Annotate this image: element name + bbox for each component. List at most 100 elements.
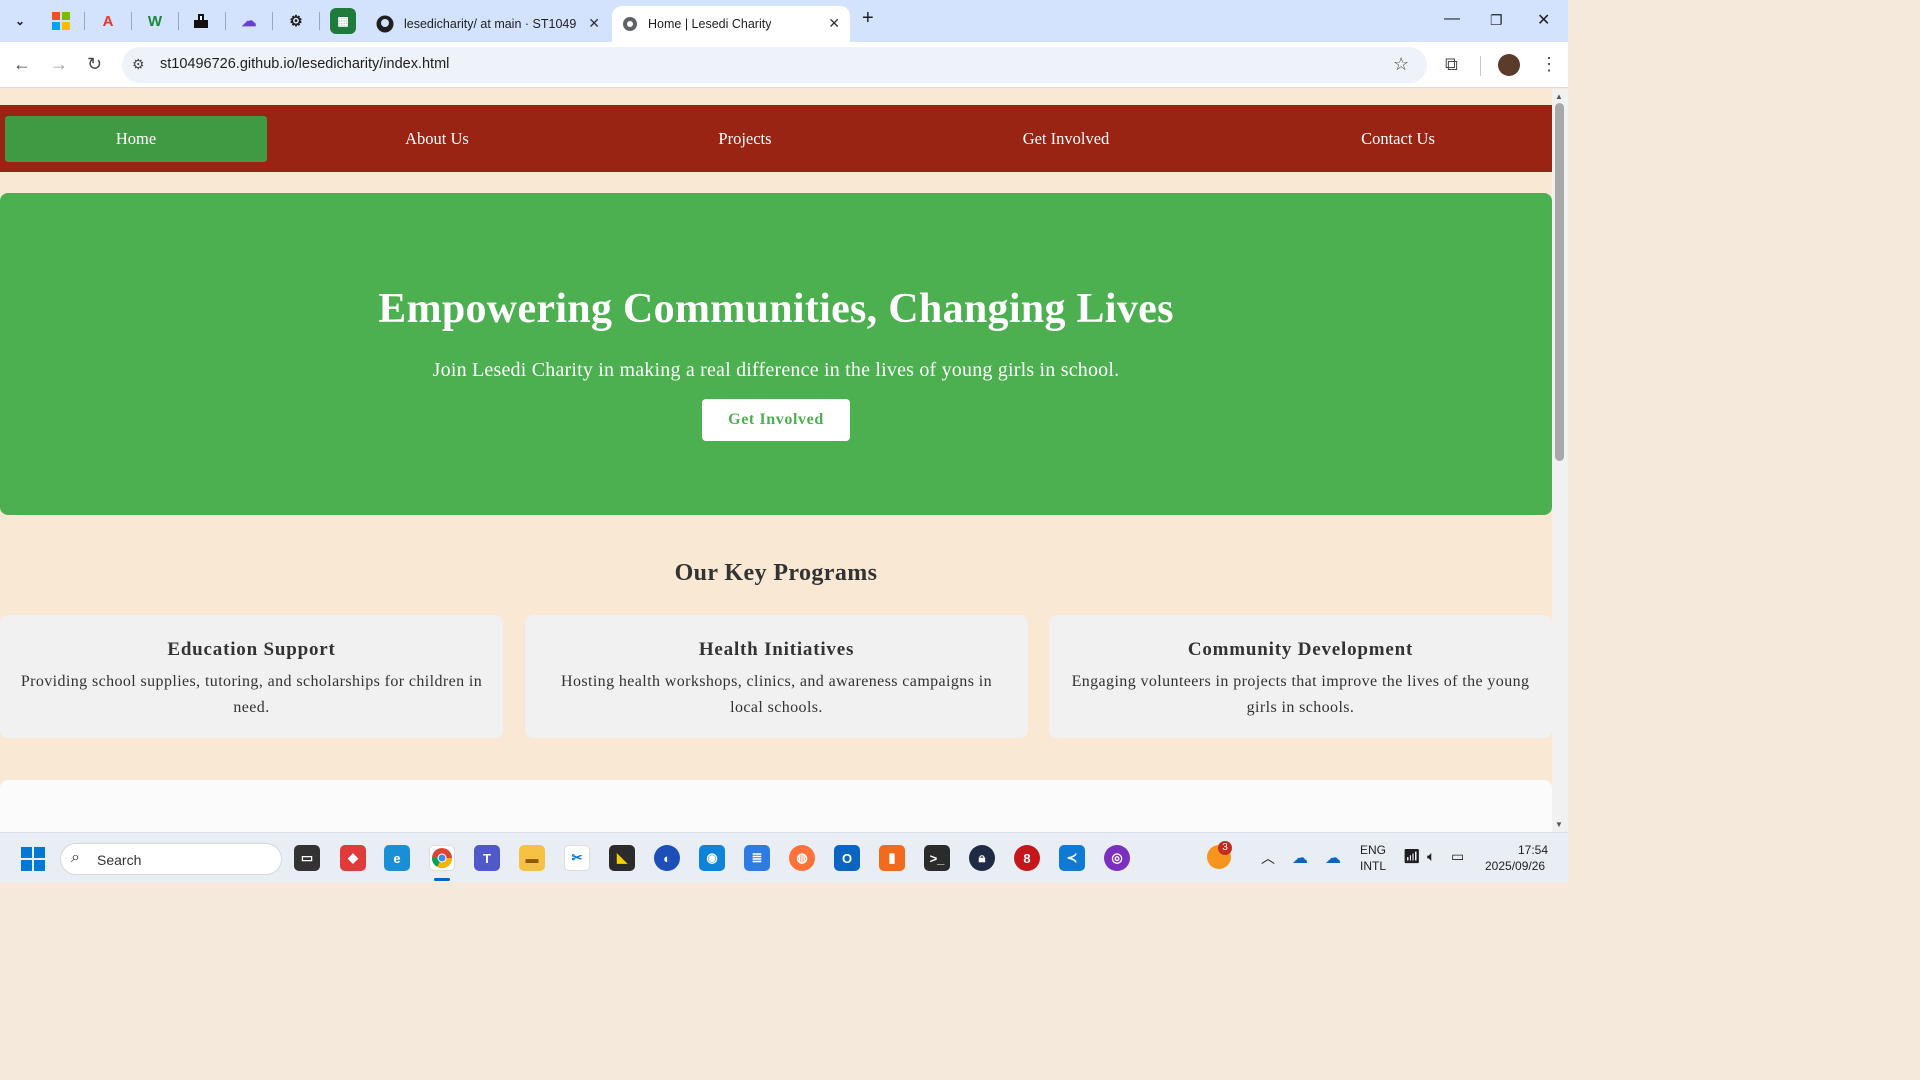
site-info-icon[interactable]: ⚙ xyxy=(132,56,145,73)
tab-title: lesedicharity/ at main · ST10496726 xyxy=(404,17,576,31)
card-title: Community Development xyxy=(1187,639,1414,660)
vscode-icon[interactable]: ≺ xyxy=(1059,845,1085,871)
get-involved-button[interactable]: Get Involved xyxy=(702,399,850,441)
github-desktop-icon[interactable]: ◎ xyxy=(1104,845,1130,871)
onedrive-business-icon[interactable]: ☁ xyxy=(1325,848,1341,868)
clock-time[interactable]: 17:54 xyxy=(1518,843,1548,857)
language-indicator[interactable]: ENG xyxy=(1360,843,1386,857)
tab-separator xyxy=(272,12,273,30)
card-text: Engaging volunteers in projects that imp… xyxy=(1071,673,1530,716)
url-text[interactable]: st10496726.github.io/lesedicharity/index… xyxy=(160,56,449,72)
battery-icon[interactable]: ▭ xyxy=(1451,848,1464,865)
wifi-icon[interactable]: 📶︎ xyxy=(1403,848,1421,865)
terminal-icon[interactable]: >_ xyxy=(924,845,950,871)
chatgpt-icon[interactable]: ⚙ xyxy=(283,8,309,34)
active-app-indicator xyxy=(434,878,450,881)
notification-badge: 3 xyxy=(1218,841,1232,855)
minimize-button[interactable]: — xyxy=(1444,10,1460,28)
close-tab-icon[interactable]: ✕ xyxy=(588,15,600,32)
hero-banner: Empowering Communities, Changing Lives J… xyxy=(0,193,1552,515)
scrollbar-thumb[interactable] xyxy=(1555,103,1564,461)
task-view-icon[interactable]: ▭ xyxy=(294,845,320,871)
restore-button[interactable]: ❐ xyxy=(1490,12,1503,29)
toolbar-divider xyxy=(1480,56,1481,76)
card-title: Education Support xyxy=(167,639,336,660)
word-counter-icon[interactable]: W xyxy=(142,8,168,34)
tab-separator xyxy=(84,12,85,30)
tab-separator xyxy=(131,12,132,30)
onedrive-icon[interactable]: ☁ xyxy=(1292,848,1308,868)
notepad-icon[interactable]: ≣ xyxy=(744,845,770,871)
edge-icon[interactable]: e xyxy=(384,845,410,871)
tab-separator xyxy=(178,12,179,30)
hero-subtitle: Join Lesedi Charity in making a real dif… xyxy=(432,359,1120,381)
extensions-icon[interactable]: ⧉ xyxy=(1445,54,1458,75)
volume-icon[interactable]: 🔈︎ xyxy=(1427,848,1435,865)
teams-icon[interactable]: T xyxy=(474,845,500,871)
tab-github[interactable]: lesedicharity/ at main · ST10496726 ✕ xyxy=(366,6,610,42)
firefox-icon[interactable]: ◍ xyxy=(789,845,815,871)
forward-arrow-icon[interactable]: → xyxy=(50,54,68,75)
search-icon: ⌕ xyxy=(71,849,80,866)
web-page: Home About Us Projects Get Involved Cont… xyxy=(0,89,1552,832)
tab-separator xyxy=(319,12,320,30)
tab-lesedi-home[interactable]: Home | Lesedi Charity ✕ xyxy=(612,6,850,42)
card-text: Providing school supplies, tutoring, and… xyxy=(20,673,483,716)
github-icon xyxy=(376,15,394,33)
browser-tab-strip: ⌄ A W ☁ ⚙ ▦ lesedicharity/ at main · ST1… xyxy=(0,0,1568,42)
nav-contact-us[interactable]: Contact Us xyxy=(1298,116,1498,162)
vpn-lock-icon[interactable]: 🔒︎ xyxy=(969,845,995,871)
taskbar: ⌕ Search ▭ ◆ e T ▬ ✂ ◣ ◐ ◉ ≣ ◍ O ▮ >_ 🔒︎… xyxy=(0,832,1568,882)
nav-projects[interactable]: Projects xyxy=(645,116,845,162)
app-red-icon[interactable]: 8 xyxy=(1014,845,1040,871)
anydesk-icon[interactable]: ◆ xyxy=(340,845,366,871)
camera-icon[interactable]: ◉ xyxy=(699,845,725,871)
snipping-tool-icon[interactable]: ✂ xyxy=(564,845,590,871)
scroll-down-icon[interactable]: ▼ xyxy=(1555,820,1563,829)
bookmark-star-icon[interactable]: ☆ xyxy=(1393,54,1409,75)
avatar[interactable] xyxy=(1498,54,1520,76)
back-arrow-icon[interactable]: ← xyxy=(13,54,31,75)
cloud-app-icon[interactable]: ☁ xyxy=(236,8,262,34)
hero-title: Empowering Communities, Changing Lives xyxy=(378,286,1174,332)
app-orange-icon[interactable]: ▮ xyxy=(879,845,905,871)
scroll-up-icon[interactable]: ▲ xyxy=(1555,92,1563,101)
windows-start-icon[interactable] xyxy=(21,847,45,876)
taskbar-search[interactable]: ⌕ Search xyxy=(60,843,282,875)
pdf-reader-icon[interactable]: A xyxy=(95,8,121,34)
next-section xyxy=(0,780,1552,832)
tab-separator xyxy=(225,12,226,30)
nav-home[interactable]: Home xyxy=(5,116,267,162)
tab-search-button[interactable]: ⌄ xyxy=(8,8,32,34)
file-explorer-icon[interactable]: ▬ xyxy=(519,845,545,871)
browser-app-icon[interactable]: ◐ xyxy=(654,845,680,871)
outlook-icon[interactable]: O xyxy=(834,845,860,871)
nav-about-us[interactable]: About Us xyxy=(337,116,537,162)
search-placeholder: Search xyxy=(97,852,142,868)
card-title: Health Initiatives xyxy=(698,639,855,660)
menu-kebab-icon[interactable]: ⋮ xyxy=(1540,54,1558,75)
keyboard-layout-indicator[interactable]: INTL xyxy=(1360,859,1386,873)
show-hidden-icons-chevron-icon[interactable]: ︿ xyxy=(1261,848,1275,868)
close-tab-icon[interactable]: ✕ xyxy=(828,15,840,32)
programs-heading: Our Key Programs xyxy=(674,560,878,586)
sticky-notes-icon[interactable]: ◣ xyxy=(609,845,635,871)
new-tab-button[interactable]: + xyxy=(862,7,874,30)
reload-icon[interactable]: ↻ xyxy=(87,54,102,75)
page-scrollbar[interactable]: ▲ ▼ xyxy=(1552,89,1568,832)
program-card-community: Community Development Engaging volunteer… xyxy=(1049,615,1552,738)
program-card-education: Education Support Providing school suppl… xyxy=(0,615,503,738)
chrome-icon[interactable] xyxy=(429,845,455,871)
microsoft-app-icon[interactable] xyxy=(48,8,74,34)
tab-title: Home | Lesedi Charity xyxy=(648,17,772,31)
close-window-button[interactable]: ✕ xyxy=(1537,10,1550,30)
program-card-health: Health Initiatives Hosting health worksh… xyxy=(525,615,1028,738)
sheets-icon[interactable]: ▦ xyxy=(330,8,356,34)
globe-icon xyxy=(622,16,638,32)
notion-like-icon[interactable] xyxy=(188,8,214,34)
nav-get-involved[interactable]: Get Involved xyxy=(966,116,1166,162)
browser-toolbar: ← → ↻ ⚙ st10496726.github.io/lesedichari… xyxy=(0,42,1568,88)
address-bar[interactable]: ⚙ st10496726.github.io/lesedicharity/ind… xyxy=(122,47,1427,83)
site-navigation: Home About Us Projects Get Involved Cont… xyxy=(0,105,1552,172)
clock-date[interactable]: 2025/09/26 xyxy=(1485,859,1545,873)
